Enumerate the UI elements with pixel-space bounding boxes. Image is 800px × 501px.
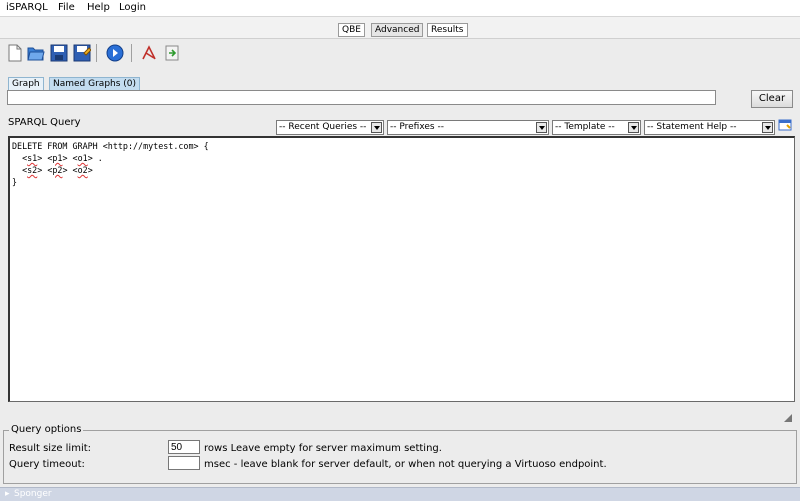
statement-help-select[interactable]: -- Statement Help -- — [644, 120, 775, 135]
recent-queries-value: -- Recent Queries -- — [279, 122, 367, 132]
query-token: o1 — [77, 153, 88, 163]
query-text: > < — [62, 165, 78, 175]
query-token: o2 — [77, 165, 88, 175]
resize-handle-icon[interactable] — [784, 414, 792, 422]
sparql-query-label: SPARQL Query — [8, 117, 81, 128]
tab-advanced[interactable]: Advanced — [371, 23, 424, 37]
statement-help-value: -- Statement Help -- — [647, 122, 737, 132]
query-options-panel — [3, 430, 797, 484]
query-line: <s1> <p1> <o1> . — [12, 153, 103, 163]
menu-file[interactable]: File — [58, 2, 75, 13]
visualize-icon[interactable] — [140, 44, 158, 62]
chevron-down-icon — [762, 122, 773, 133]
tab-qbe[interactable]: QBE — [338, 23, 365, 37]
sponger-label: Sponger — [14, 489, 52, 499]
query-token: s1 — [27, 153, 38, 163]
save-as-icon[interactable] — [73, 44, 91, 62]
menu-help[interactable]: Help — [87, 2, 110, 13]
template-select[interactable]: -- Template -- — [552, 120, 641, 135]
tab-graph[interactable]: Graph — [8, 77, 44, 91]
query-text: > — [87, 165, 93, 175]
query-text: < — [12, 165, 28, 175]
query-token: p2 — [52, 165, 63, 175]
clear-button[interactable]: Clear — [751, 90, 793, 108]
toolbar-separator — [131, 44, 132, 62]
chevron-down-icon — [371, 122, 382, 133]
result-size-hint: rows Leave empty for server maximum sett… — [204, 443, 442, 454]
export-icon[interactable] — [163, 44, 181, 62]
query-line: <s2> <p2> <o2> — [12, 165, 93, 175]
tab-results[interactable]: Results — [427, 23, 468, 37]
result-size-input[interactable] — [168, 440, 200, 454]
tab-named-graphs[interactable]: Named Graphs (0) — [49, 77, 141, 91]
result-size-label: Result size limit: — [9, 443, 92, 454]
graph-uri-input[interactable] — [7, 90, 716, 105]
query-line: } — [12, 177, 18, 187]
toolbar-separator — [96, 44, 97, 62]
sparql-query-editor[interactable]: DELETE FROM GRAPH <http://mytest.com> { … — [8, 136, 795, 402]
execute-icon[interactable] — [106, 44, 124, 62]
chevron-down-icon — [536, 122, 547, 133]
chevron-down-icon — [628, 122, 639, 133]
query-timeout-label: Query timeout: — [9, 459, 85, 470]
query-timeout-hint: msec - leave blank for server default, o… — [204, 459, 607, 470]
sponger-panel-header[interactable]: ▸ Sponger — [0, 487, 800, 501]
statement-help-icon[interactable] — [778, 118, 792, 132]
query-token: s2 — [27, 165, 38, 175]
menu-bar: iSPARQL File Help Login — [0, 0, 800, 17]
query-text: < — [12, 153, 28, 163]
query-text: > < — [37, 165, 53, 175]
query-timeout-input[interactable] — [168, 456, 200, 470]
open-folder-icon[interactable] — [27, 44, 45, 62]
view-tab-row: QBE Advanced Results — [0, 17, 800, 39]
save-icon[interactable] — [50, 44, 68, 62]
query-text: > < — [37, 153, 53, 163]
query-options-legend: Query options — [9, 424, 84, 435]
menu-login[interactable]: Login — [119, 2, 146, 13]
recent-queries-select[interactable]: -- Recent Queries -- — [276, 120, 384, 135]
expand-arrow-icon: ▸ — [5, 489, 10, 499]
prefixes-select[interactable]: -- Prefixes -- — [387, 120, 549, 135]
prefixes-value: -- Prefixes -- — [390, 122, 444, 132]
query-line: DELETE FROM GRAPH <http://mytest.com> { — [12, 141, 209, 151]
query-token: p1 — [52, 153, 63, 163]
query-text: > < — [62, 153, 78, 163]
template-value: -- Template -- — [555, 122, 615, 132]
new-document-icon[interactable] — [6, 44, 24, 62]
app-name[interactable]: iSPARQL — [6, 2, 48, 13]
query-text: > . — [87, 153, 103, 163]
